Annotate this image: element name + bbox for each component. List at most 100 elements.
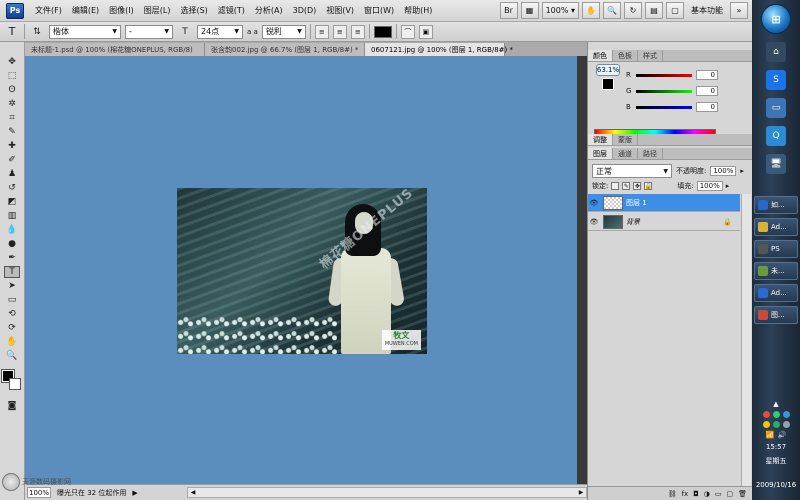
lasso-tool-icon[interactable]: ʘ [4,84,20,96]
menu-window[interactable]: 窗口(W) [359,5,399,16]
scroll-right-icon[interactable]: ▶ [576,488,586,497]
arrange-documents-button[interactable]: ▤ [645,2,663,19]
layer-style-icon[interactable]: fx [682,490,689,498]
document-photo[interactable]: 棉花糖ONEPLUS 牧文 MUWEN.COM [177,188,427,354]
layer-name[interactable]: 背景 [626,217,640,227]
tab-styles[interactable]: 样式 [638,50,663,61]
color-swatches[interactable] [1,369,22,392]
eraser-tool-icon[interactable]: ◩ [4,196,20,208]
tab-document-1[interactable]: 未标题-1.psd @ 100% (棉花糖ONEPLUS, RGB/8) [25,43,205,56]
zoom-tool-icon[interactable]: 🔍 [603,2,621,19]
menu-layer[interactable]: 图层(L) [139,5,176,16]
link-layers-icon[interactable]: ⛓ [668,490,677,498]
menu-help[interactable]: 帮助(H) [399,5,437,16]
chevron-right-icon[interactable]: ▸ [726,182,730,190]
add-mask-icon[interactable]: ◘ [693,490,699,498]
type-tool-icon[interactable]: T [4,266,20,278]
chevron-right-icon[interactable]: ▸ [740,167,744,175]
workspace-menu-icon[interactable]: » [730,2,748,19]
screen-mode-button[interactable]: ▢ [666,2,684,19]
pen-tool-icon[interactable]: ✒ [4,252,20,264]
blue-slider[interactable] [636,105,692,109]
tab-document-3[interactable]: 0607121.jpg @ 100% (图层 1, RGB/8#) * [365,43,513,56]
zoom-tool-icon[interactable]: 🔍 [4,350,20,362]
gradient-tool-icon[interactable]: ▥ [4,210,20,222]
align-right-button[interactable]: ≡ [350,24,365,39]
layers-scrollbar[interactable] [741,194,751,494]
color-panel-foreground[interactable] [602,78,614,90]
tab-channels[interactable]: 通道 [613,148,638,159]
warp-text-button[interactable]: ⌒ [400,24,415,39]
healing-brush-tool-icon[interactable]: ✚ [4,140,20,152]
blend-mode-select[interactable]: 正常 ▼ [592,164,672,178]
horizontal-scrollbar[interactable]: ◀ ▶ [187,487,587,498]
character-panel-button[interactable]: ▣ [418,24,433,39]
menu-edit[interactable]: 编辑(E) [67,5,104,16]
move-tool-icon[interactable]: ✥ [4,56,20,68]
text-color-swatch[interactable] [373,25,392,38]
status-menu-arrow-icon[interactable]: ▶ [132,489,137,497]
menu-analysis[interactable]: 分析(A) [250,5,288,16]
red-value-field[interactable]: 0 [696,70,718,80]
menu-file[interactable]: 文件(F) [30,5,67,16]
red-slider[interactable] [636,73,692,77]
eye-icon[interactable]: 👁 [588,218,600,226]
desktop-icon[interactable]: ▭ [766,98,786,118]
lock-all-icon[interactable]: 🔒 [644,182,653,190]
background-color[interactable] [9,378,21,390]
network-icon[interactable]: 📶 [766,431,775,439]
tab-swatches[interactable]: 色板 [613,50,638,61]
green-value-field[interactable]: 0 [696,86,718,96]
volume-icon[interactable]: 🔊 [778,431,787,439]
tab-color[interactable]: 颜色 [588,50,613,61]
opacity-field[interactable]: 100% [710,166,737,176]
layer-row[interactable]: 👁 背景 🔒 [588,213,740,231]
adjustment-layer-icon[interactable]: ◑ [704,490,710,498]
eye-icon[interactable]: 👁 [588,199,600,207]
green-slider[interactable] [636,89,692,93]
quick-mask-icon[interactable]: ◙ [4,400,20,412]
menu-select[interactable]: 选择(S) [175,5,212,16]
3d-rotate-tool-icon[interactable]: ⟲ [4,308,20,320]
history-brush-tool-icon[interactable]: ↺ [4,182,20,194]
home-icon[interactable]: ⌂ [766,42,786,62]
lock-image-icon[interactable]: ✎ [622,182,631,190]
marquee-tool-icon[interactable]: ⬚ [4,70,20,82]
crop-tool-icon[interactable]: ⌗ [4,112,20,124]
fill-field[interactable]: 100% [696,181,723,191]
menu-view[interactable]: 视图(V) [321,5,359,16]
photoshop-logo[interactable]: Ps [6,2,24,19]
font-style-select[interactable]: - ▼ [125,24,173,39]
magic-wand-tool-icon[interactable]: ✲ [4,98,20,110]
tray-app-icon[interactable] [772,421,780,428]
sogou-icon[interactable]: S [766,70,786,90]
rotate-view-icon[interactable]: ↻ [624,2,642,19]
tool-preset-icon[interactable]: T [4,25,20,38]
canvas-area[interactable]: 棉花糖ONEPLUS 牧文 MUWEN.COM [25,56,577,484]
hand-tool-icon[interactable]: ✋ [582,2,600,19]
blur-tool-icon[interactable]: 💧 [4,224,20,236]
taskbar-item[interactable]: 图... [754,306,798,324]
tray-app-icon[interactable] [782,411,790,418]
start-button[interactable]: ⊞ [761,4,791,34]
new-layer-icon[interactable]: ▢ [726,490,733,498]
qq-icon[interactable]: Q [766,126,786,146]
font-size-select[interactable]: 24点 ▼ [197,24,243,39]
eyedropper-tool-icon[interactable]: ✎ [4,126,20,138]
taskbar-item[interactable]: Ad... [754,218,798,236]
zoom-level-dropdown[interactable]: 100% ▾ [541,2,579,19]
clock[interactable]: 15:57 星期五 2009/10/16 [756,442,796,490]
lock-position-icon[interactable]: ✥ [633,182,642,190]
tab-document-2[interactable]: 张含韵002.jpg @ 66.7% (图层 1, RGB/8#) * [205,43,365,56]
blue-value-field[interactable]: 0 [696,102,718,112]
antialias-select[interactable]: 锐利 ▼ [261,24,306,39]
hand-tool-icon[interactable]: ✋ [4,336,20,348]
menu-filter[interactable]: 滤镜(T) [213,5,250,16]
brush-tool-icon[interactable]: ✐ [4,154,20,166]
new-group-icon[interactable]: ▭ [715,490,722,498]
computer-icon[interactable]: 🖥 [766,154,786,174]
menu-image[interactable]: 图像(I) [104,5,139,16]
tray-app-icon[interactable] [772,411,780,418]
text-orientation-icon[interactable]: ⇅ [29,26,45,38]
align-left-button[interactable]: ≡ [314,24,329,39]
